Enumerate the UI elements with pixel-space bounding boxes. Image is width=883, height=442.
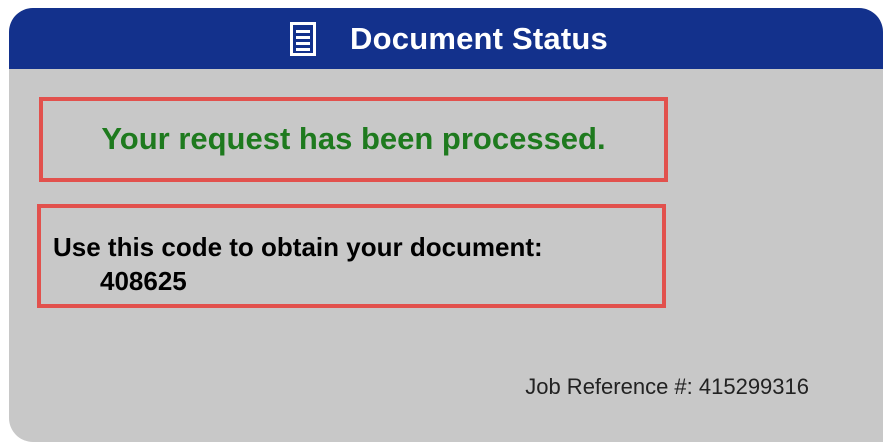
- panel-title: Document Status: [350, 20, 608, 56]
- processed-message: Your request has been processed.: [101, 120, 606, 156]
- processed-message-box: Your request has been processed.: [39, 97, 668, 182]
- document-icon: [290, 21, 317, 56]
- job-reference: Job Reference #: 415299316: [525, 374, 809, 399]
- document-status-panel: Document Status Your request has been pr…: [9, 8, 883, 442]
- header-content: Document Status: [290, 21, 608, 57]
- document-code-box: Use this code to obtain your document: 4…: [37, 204, 666, 308]
- document-code: 408625: [100, 266, 187, 296]
- panel-header: Document Status: [9, 8, 883, 69]
- code-label: Use this code to obtain your document:: [53, 232, 543, 262]
